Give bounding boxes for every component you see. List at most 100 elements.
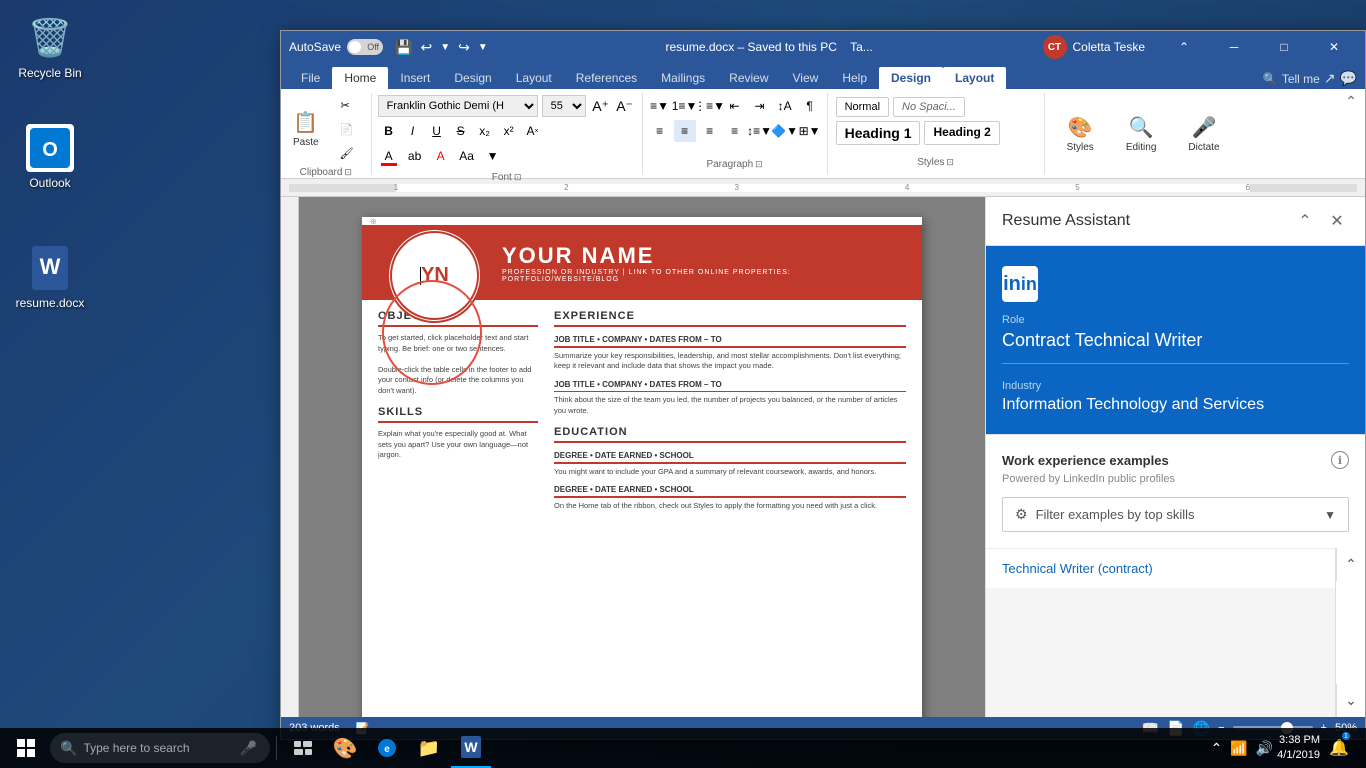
show-hidden-icons-button[interactable]: ⌃	[1211, 740, 1223, 757]
edu2-text[interactable]: On the Home tab of the ribbon, check out…	[554, 501, 906, 512]
paste-button[interactable]: 📋 Paste	[287, 93, 325, 165]
underline-button[interactable]: U	[426, 120, 448, 142]
tab-references[interactable]: References	[564, 67, 649, 89]
font-size-decrease-button[interactable]: A⁻	[614, 95, 636, 117]
clipboard-expand-icon[interactable]: ⊡	[344, 167, 352, 178]
close-button[interactable]: ✕	[1311, 31, 1357, 63]
styles-expand-icon[interactable]: ⊡	[946, 157, 954, 168]
decrease-indent-button[interactable]: ⇤	[724, 95, 746, 117]
skills-text[interactable]: Explain what you're especially good at. …	[378, 429, 538, 461]
share-icon[interactable]: ↗	[1324, 70, 1336, 87]
tab-file[interactable]: File	[289, 67, 332, 89]
microphone-icon[interactable]: 🎤	[239, 740, 256, 757]
format-painter-button[interactable]: 🖌	[329, 142, 365, 164]
align-left-button[interactable]: ≡	[649, 120, 671, 142]
clock-display[interactable]: 3:38 PM 4/1/2019	[1277, 733, 1320, 764]
paragraph-expand-icon[interactable]: ⊡	[755, 159, 763, 170]
increase-indent-button[interactable]: ⇥	[749, 95, 771, 117]
tab-help[interactable]: Help	[830, 67, 879, 89]
volume-icon[interactable]: 🔊	[1256, 740, 1273, 757]
show-marks-button[interactable]: ¶	[799, 95, 821, 117]
tab-insert[interactable]: Insert	[388, 67, 442, 89]
collapse-ribbon-button[interactable]: ⌃	[1345, 93, 1357, 110]
ra-collapse-button[interactable]: ⌃	[1293, 209, 1317, 233]
align-center-button[interactable]: ≡	[674, 120, 696, 142]
multilevel-list-button[interactable]: ⋮≡▼	[699, 95, 721, 117]
align-right-button[interactable]: ≡	[699, 120, 721, 142]
italic-button[interactable]: I	[402, 120, 424, 142]
paint-taskbar-icon[interactable]: 🎨	[325, 728, 365, 768]
editing-button[interactable]: 🔍 Editing	[1116, 98, 1167, 170]
exp-job1-text[interactable]: Summarize your key responsibilities, lea…	[554, 351, 906, 372]
font-size-select[interactable]: 55	[542, 95, 586, 117]
font-size3-button[interactable]: Aа	[456, 145, 478, 167]
job-result-title[interactable]: Technical Writer (contract)	[1002, 561, 1319, 576]
heading1-style-button[interactable]: Heading 1	[836, 121, 921, 145]
justify-button[interactable]: ≡	[724, 120, 746, 142]
tell-me-text[interactable]: Tell me	[1282, 72, 1320, 86]
shading-button[interactable]: 🔷▼	[774, 120, 796, 142]
normal-style-button[interactable]: Normal	[836, 97, 889, 117]
industry-value[interactable]: Information Technology and Services	[1002, 396, 1349, 414]
objective-text[interactable]: To get started, click placeholder text a…	[378, 333, 538, 396]
clear-format-button[interactable]: A×	[522, 120, 544, 142]
undo-icon[interactable]: ↩	[420, 39, 432, 56]
change-case-button[interactable]: ▼	[482, 145, 504, 167]
undo-dropdown-icon[interactable]: ▼	[440, 42, 450, 53]
dictate-button[interactable]: 🎤 Dictate	[1178, 98, 1229, 170]
sort-button[interactable]: ↕A	[774, 95, 796, 117]
styles-pane-button[interactable]: 🎨 Styles	[1057, 98, 1104, 170]
font-color-button[interactable]: A	[378, 145, 400, 167]
edu1-text[interactable]: You might want to include your GPA and a…	[554, 467, 906, 478]
tab-home[interactable]: Home	[332, 67, 388, 89]
document-page[interactable]: ⊕ YN YOUR NAME PROFESSION OR INDUSTRY | …	[362, 217, 922, 717]
line-spacing-button[interactable]: ↕≡▼	[749, 120, 771, 142]
tab-view[interactable]: View	[781, 67, 831, 89]
highlight-button[interactable]: ab	[404, 145, 426, 167]
info-icon[interactable]: ℹ	[1331, 451, 1349, 469]
font-color2-button[interactable]: A	[430, 145, 452, 167]
no-spacing-style-button[interactable]: No Spaci...	[893, 97, 965, 117]
redo-icon[interactable]: ↪	[458, 39, 470, 56]
tab-review[interactable]: Review	[717, 67, 780, 89]
strikethrough-button[interactable]: S	[450, 120, 472, 142]
doc-page-area[interactable]: ⊕ YN YOUR NAME PROFESSION OR INDUSTRY | …	[299, 197, 985, 717]
heading2-style-button[interactable]: Heading 2	[924, 121, 999, 145]
bullets-button[interactable]: ≡▼	[649, 95, 671, 117]
numbering-button[interactable]: 1≡▼	[674, 95, 696, 117]
font-name-select[interactable]: Franklin Gothic Demi (H	[378, 95, 538, 117]
bold-button[interactable]: B	[378, 120, 400, 142]
cut-button[interactable]: ✂	[329, 94, 365, 116]
desktop-icon-word[interactable]: W resume.docx	[10, 240, 90, 314]
superscript-button[interactable]: x²	[498, 120, 520, 142]
tab-layout-context[interactable]: Layout	[943, 67, 1006, 89]
minimize-button[interactable]: ─	[1211, 31, 1257, 63]
edge-taskbar-icon[interactable]: e	[367, 728, 407, 768]
taskbar-search[interactable]: 🔍 🎤	[50, 733, 270, 763]
scroll-down-button[interactable]: ⌄	[1336, 684, 1365, 717]
notification-button[interactable]: 🔔 1	[1324, 728, 1354, 768]
save-icon[interactable]: 💾	[395, 39, 412, 56]
explorer-taskbar-icon[interactable]: 📁	[409, 728, 449, 768]
tab-design-context[interactable]: Design	[879, 67, 943, 89]
tab-design[interactable]: Design	[442, 67, 503, 89]
ribbon-toggle-button[interactable]: ⌃	[1161, 31, 1207, 63]
subscript-button[interactable]: x₂	[474, 120, 496, 142]
word-taskbar-icon[interactable]: W	[451, 728, 491, 768]
scroll-up-button[interactable]: ⌃	[1336, 548, 1365, 581]
comments-icon[interactable]: 💬	[1340, 70, 1357, 87]
start-button[interactable]	[4, 728, 48, 768]
desktop-icon-outlook[interactable]: O Outlook	[10, 120, 90, 194]
task-view-button[interactable]	[283, 728, 323, 768]
filter-skills-dropdown[interactable]: ⚙ Filter examples by top skills ▼	[1002, 497, 1349, 532]
tab-mailings[interactable]: Mailings	[649, 67, 717, 89]
copy-button[interactable]: 📄	[329, 118, 365, 140]
role-value[interactable]: Contract Technical Writer	[1002, 330, 1349, 364]
tab-layout[interactable]: Layout	[504, 67, 564, 89]
search-input[interactable]	[83, 741, 233, 755]
customize-icon[interactable]: ▼	[478, 42, 488, 53]
ra-close-button[interactable]: ✕	[1325, 209, 1349, 233]
exp-job2-text[interactable]: Think about the size of the team you led…	[554, 395, 906, 416]
autosave-toggle[interactable]: Off	[347, 39, 383, 55]
desktop-icon-recycle-bin[interactable]: 🗑️ Recycle Bin	[10, 10, 90, 84]
